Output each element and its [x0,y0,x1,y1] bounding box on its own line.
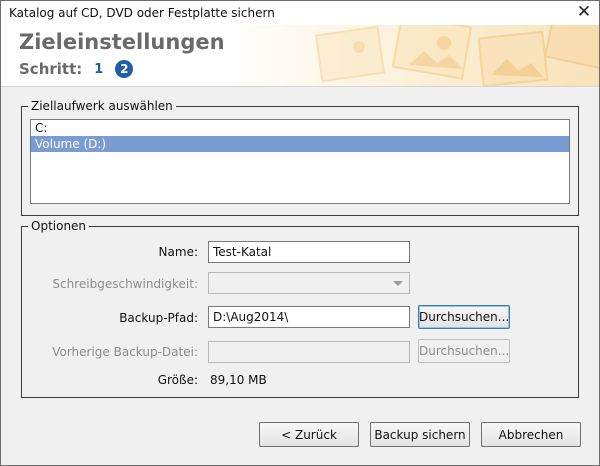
options-group: Optionen Name: Schreibgeschwindigkeit: B… [21,219,579,398]
target-drive-group: Ziellaufwerk auswählen C: Volume (D:) [21,99,579,216]
size-value: 89,10 MB [210,373,267,387]
browse-previous-button: Durchsuchen... [418,339,510,363]
name-field[interactable] [208,241,410,263]
drive-item-d[interactable]: Volume (D:) [31,136,569,152]
page-title: Zieleinstellungen [19,30,225,54]
steps-label: Schritt: [19,60,83,78]
speed-select [208,272,410,294]
size-label: Größe: [157,373,198,387]
previous-backup-field [208,341,410,363]
backup-path-field[interactable] [208,306,410,328]
speed-label: Schreibgeschwindigkeit: [52,277,198,291]
browse-path-button[interactable]: Durchsuchen... [418,305,510,329]
drive-listbox[interactable]: C: Volume (D:) [30,119,570,204]
name-label: Name: [158,245,198,259]
previous-backup-label: Vorherige Backup-Datei: [52,345,198,359]
dialog-window: Katalog auf CD, DVD oder Festplatte sich… [0,0,600,466]
backup-save-button[interactable]: Backup sichern [370,422,470,447]
backup-path-label: Backup-Pfad: [119,311,198,325]
step-indicator: Schritt: 1 2 [19,60,134,78]
cancel-button[interactable]: Abbrechen [481,422,581,447]
window-title: Katalog auf CD, DVD oder Festplatte sich… [9,6,275,20]
chevron-down-icon [393,281,403,286]
close-icon[interactable]: ✕ [575,3,593,21]
wizard-header: Zieleinstellungen Schritt: 1 2 [1,25,599,87]
photo-decoration-icon [314,25,599,86]
back-button[interactable]: < Zurück [259,422,359,447]
drive-item-c[interactable]: C: [31,120,569,136]
title-bar: Katalog auf CD, DVD oder Festplatte sich… [1,1,599,25]
options-legend: Optionen [28,219,90,233]
target-drive-legend: Ziellaufwerk auswählen [28,99,176,113]
step-2-current: 2 [115,60,134,78]
step-1-link[interactable]: 1 [94,62,103,77]
